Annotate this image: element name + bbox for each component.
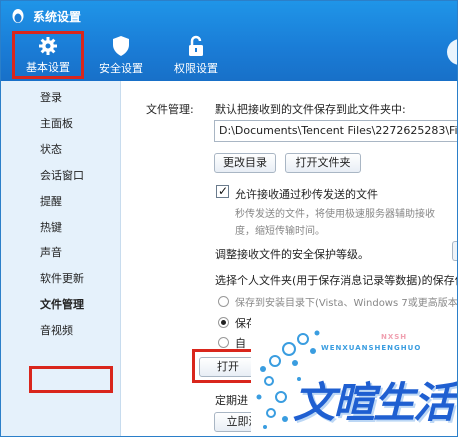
sidebar-item-audio-video[interactable]: 音视频 [40, 322, 73, 338]
personal-folder-label: 选择个人文件夹(用于保存消息记录等数据)的保存位 [215, 274, 458, 287]
allow-instant-transfer-label: 允许接收通过秒传发送的文件 [235, 188, 378, 201]
instant-transfer-hint-2: 度，缩短传输时间。 [235, 226, 325, 237]
section-label: 文件管理: [146, 103, 194, 116]
radio-custom-dir[interactable] [218, 337, 229, 348]
system-settings-window: 系统设置 基本设置 安全设置 权限设置 登录 主面板 状态 会话窗口 提醒 热键… [0, 0, 458, 437]
watermark-en-small: NXSH [381, 333, 408, 341]
sidebar-item-login[interactable]: 登录 [40, 89, 62, 105]
unlock-icon [189, 35, 203, 56]
sidebar-item-file-management[interactable]: 文件管理 [40, 296, 84, 312]
save-path-field[interactable]: D:\Documents\Tencent Files\2272625283\Fi… [214, 120, 457, 142]
gear-icon [39, 37, 57, 55]
window-title: 系统设置 [33, 10, 82, 24]
change-dir-button[interactable]: 更改目录 [214, 153, 276, 173]
radio-install-dir[interactable] [218, 296, 229, 307]
open-folder-button[interactable]: 打开文件夹 [285, 153, 361, 173]
allow-instant-transfer-checkbox[interactable]: ✓ [216, 184, 229, 198]
default-save-label: 默认把接收到的文件保存到此文件夹中: [215, 103, 406, 116]
tab-security-settings-label: 安全设置 [99, 62, 143, 75]
checkmark-icon: ✓ [218, 184, 229, 198]
radio-documents-dir[interactable] [218, 317, 229, 328]
tab-permission-settings[interactable]: 权限设置 [167, 31, 225, 79]
sidebar-item-chat-window[interactable]: 会话窗口 [40, 167, 84, 183]
sidebar-item-reminder[interactable]: 提醒 [40, 193, 62, 209]
sidebar-item-hotkeys[interactable]: 热键 [40, 219, 62, 235]
tab-permission-settings-label: 权限设置 [174, 62, 218, 75]
tab-security-settings[interactable]: 安全设置 [93, 31, 149, 79]
tab-basic-settings-label: 基本设置 [26, 61, 70, 74]
title-bar: 系统设置 基本设置 安全设置 权限设置 [1, 1, 457, 81]
open-personal-folder-button[interactable]: 打开 [199, 357, 257, 377]
sidebar-item-status[interactable]: 状态 [40, 141, 62, 157]
watermark-cn: 文暄生活 [293, 378, 455, 427]
sidebar-item-software-update[interactable]: 软件更新 [40, 270, 84, 286]
radio-selected-dot [221, 320, 226, 325]
security-level-button[interactable] [452, 241, 457, 261]
sidebar-item-sound[interactable]: 声音 [40, 244, 62, 260]
watermark-en: WENXUANSHENGHUO [321, 344, 422, 352]
periodic-cleanup-label: 定期进 [215, 394, 248, 407]
sidebar-selected-highlight [29, 366, 113, 393]
penguin-app-icon [12, 9, 24, 23]
shield-icon [113, 36, 129, 56]
avatar[interactable] [447, 39, 457, 65]
tab-basic-settings[interactable]: 基本设置 [12, 31, 84, 79]
instant-transfer-hint-1: 秒传发送的文件，将使用极速服务器辅助接收 [235, 209, 435, 220]
watermark: NXSH WENXUANSHENGHUO 文暄生活 [251, 319, 457, 436]
security-level-label: 调整接收文件的安全保护等级。 [215, 248, 369, 261]
sidebar: 登录 主面板 状态 会话窗口 提醒 热键 声音 软件更新 文件管理 音视频 [1, 81, 121, 436]
radio-install-dir-label: 保存到安装目录下(Vista、Windows 7或更高版本 [235, 298, 458, 309]
sidebar-item-main-panel[interactable]: 主面板 [40, 115, 73, 131]
